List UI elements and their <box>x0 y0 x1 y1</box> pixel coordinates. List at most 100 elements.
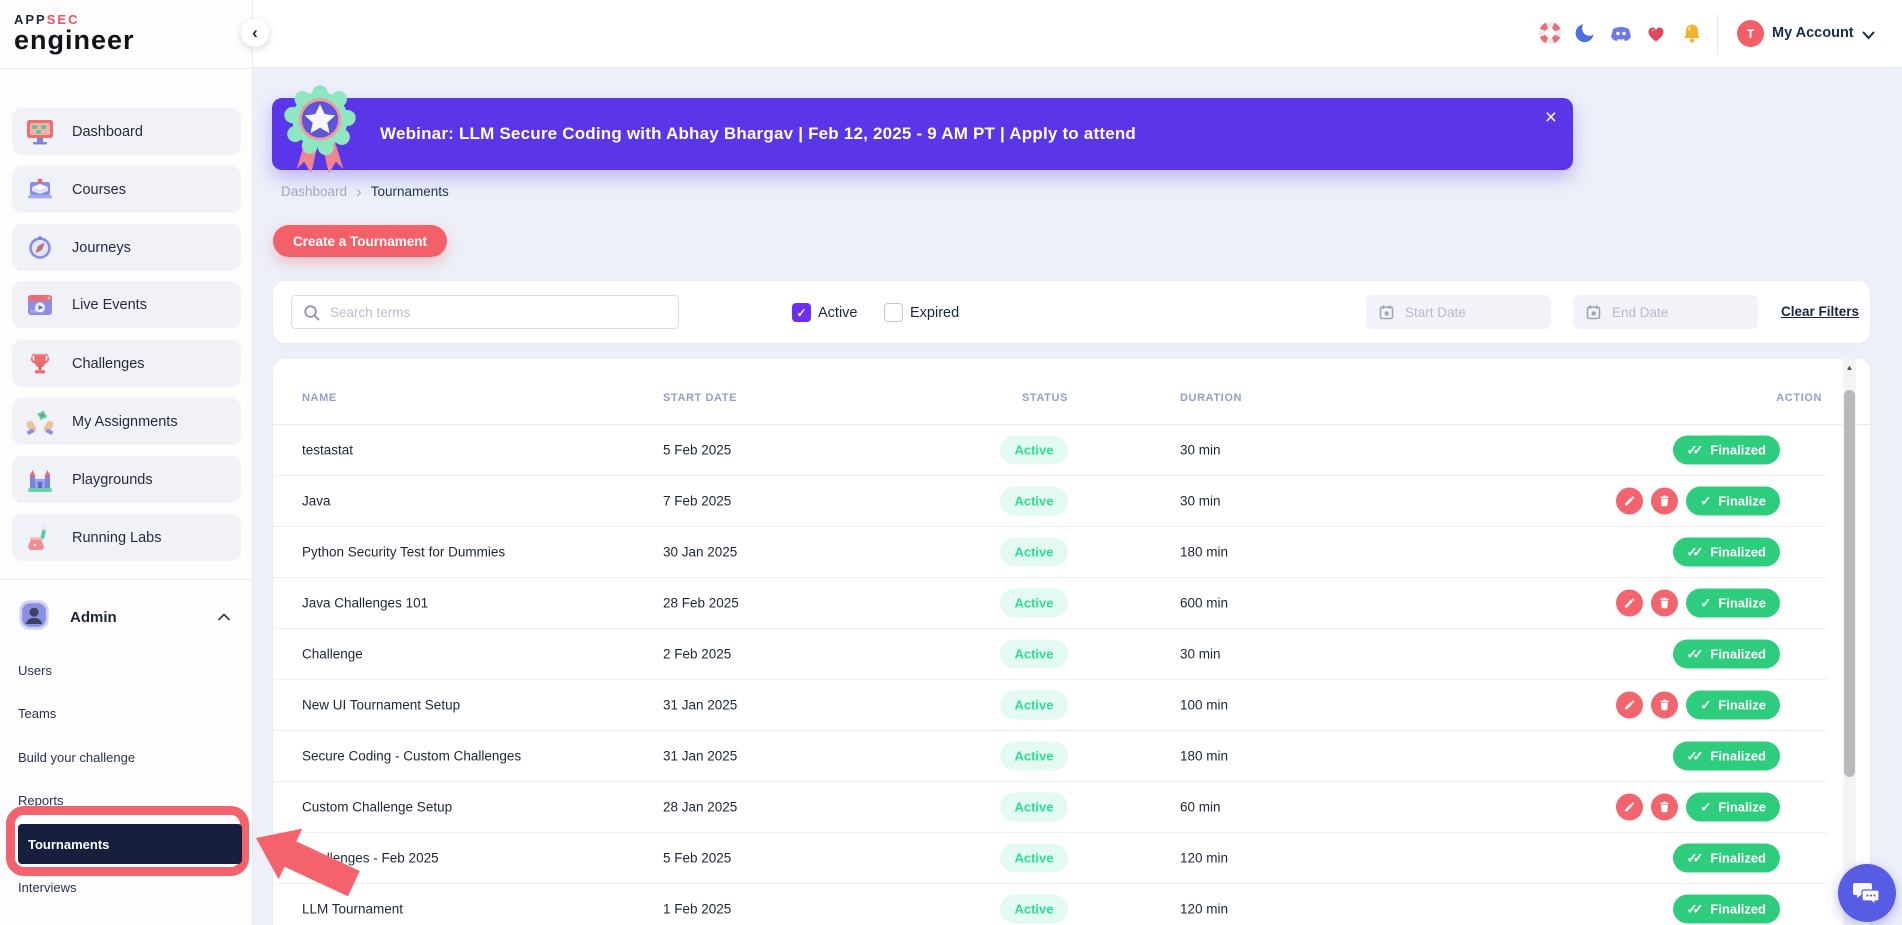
finalized-button[interactable]: ✓✓Finalized <box>1673 436 1780 465</box>
delete-button[interactable] <box>1651 488 1678 515</box>
status-badge: Active <box>1000 742 1068 771</box>
column-header-start-date: START DATE <box>663 392 737 404</box>
favorites-heart-icon[interactable] <box>1644 21 1668 45</box>
active-checkbox[interactable]: ✓ <box>792 303 811 322</box>
sidebar-item-reports[interactable]: Reports <box>18 793 64 808</box>
table-row: New UI Tournament Setup 31 Jan 2025 Acti… <box>273 680 1828 731</box>
chat-widget-button[interactable] <box>1838 864 1896 922</box>
discord-icon[interactable] <box>1609 21 1633 45</box>
calendar-icon <box>1378 304 1395 321</box>
tournament-name: Java <box>302 494 331 509</box>
finalized-button[interactable]: ✓✓Finalized <box>1673 895 1780 924</box>
sidebar-item-build-your-challenge[interactable]: Build your challenge <box>18 750 135 765</box>
sidebar-item-dashboard[interactable]: Dashboard <box>12 108 241 155</box>
sidebar-item-label: Dashboard <box>72 124 143 140</box>
finalized-button[interactable]: ✓✓Finalized <box>1673 844 1780 873</box>
live-events-icon <box>22 287 58 323</box>
duration: 600 min <box>1180 596 1228 611</box>
clear-filters-link[interactable]: Clear Filters <box>1781 304 1859 319</box>
journeys-icon <box>22 230 58 266</box>
start-date: 30 Jan 2025 <box>663 545 737 560</box>
sidebar-item-teams[interactable]: Teams <box>18 706 56 721</box>
delete-button[interactable] <box>1651 590 1678 617</box>
edit-button[interactable] <box>1616 488 1643 515</box>
start-date-placeholder: Start Date <box>1405 305 1466 320</box>
sidebar-item-interviews[interactable]: Interviews <box>18 880 77 895</box>
tournament-name: Challenges - Feb 2025 <box>302 851 439 866</box>
pencil-icon <box>1623 495 1636 508</box>
duration: 60 min <box>1180 800 1221 815</box>
expired-checkbox[interactable] <box>884 303 903 322</box>
start-date: 31 Jan 2025 <box>663 749 737 764</box>
sidebar-collapse-button[interactable]: ‹ <box>241 19 269 47</box>
sidebar-item-users[interactable]: Users <box>18 663 52 678</box>
table-row: LLM Tournament 1 Feb 2025 Active 120 min… <box>273 884 1828 925</box>
edit-button[interactable] <box>1616 590 1643 617</box>
finalized-label: Finalized <box>1710 902 1766 917</box>
help-lifebuoy-icon[interactable] <box>1538 21 1562 45</box>
scrollbar-thumb[interactable] <box>1844 390 1855 777</box>
edit-button[interactable] <box>1616 794 1643 821</box>
sidebar-item-tournaments-active[interactable]: Tournaments <box>18 824 242 864</box>
delete-button[interactable] <box>1651 692 1678 719</box>
column-header-duration: DURATION <box>1180 392 1242 404</box>
sidebar-item-challenges[interactable]: Challenges <box>12 340 241 387</box>
sidebar-item-live-events[interactable]: Live Events <box>12 281 241 328</box>
check-icon: ✓ <box>1700 697 1711 713</box>
expired-checkbox-label[interactable]: Expired <box>910 305 959 321</box>
check-icon: ✓ <box>796 306 806 320</box>
start-date: 2 Feb 2025 <box>663 647 731 662</box>
sidebar-item-label: Courses <box>72 182 126 198</box>
my-account-label[interactable]: My Account <box>1772 25 1854 41</box>
webinar-banner-text[interactable]: Webinar: LLM Secure Coding with Abhay Bh… <box>380 98 1136 170</box>
finalize-button[interactable]: ✓ Finalize <box>1686 793 1780 822</box>
finalize-label: Finalize <box>1718 800 1766 815</box>
edit-button[interactable] <box>1616 692 1643 719</box>
trash-icon <box>1658 699 1671 712</box>
check-icon: ✓ <box>1700 799 1711 815</box>
notifications-bell-icon[interactable] <box>1680 21 1704 45</box>
table-header: NAME START DATE STATUS DURATION ACTION <box>273 359 1870 425</box>
finalize-button[interactable]: ✓ Finalize <box>1686 691 1780 720</box>
sidebar-item-journeys[interactable]: Journeys <box>12 224 241 271</box>
end-date-field[interactable]: End Date <box>1573 295 1758 329</box>
finalized-button[interactable]: ✓✓Finalized <box>1673 640 1780 669</box>
start-date-field[interactable]: Start Date <box>1366 295 1551 329</box>
avatar[interactable]: T <box>1737 20 1764 47</box>
active-checkbox-label[interactable]: Active <box>818 305 858 321</box>
tournament-name: Custom Challenge Setup <box>302 800 452 815</box>
close-icon[interactable]: × <box>1545 106 1557 130</box>
dashboard-icon <box>22 114 58 150</box>
delete-button[interactable] <box>1651 794 1678 821</box>
duration: 180 min <box>1180 749 1228 764</box>
status-badge: Active <box>1000 487 1068 516</box>
dark-mode-moon-icon[interactable] <box>1573 21 1597 45</box>
sidebar-item-running-labs[interactable]: Running Labs <box>12 514 241 561</box>
finalized-button[interactable]: ✓✓Finalized <box>1673 538 1780 567</box>
sidebar-item-admin[interactable]: Admin <box>16 596 238 638</box>
finalize-button[interactable]: ✓Finalize <box>1686 487 1780 516</box>
duration: 120 min <box>1180 902 1228 917</box>
finalize-label: Finalize <box>1718 596 1766 611</box>
sidebar-item-playgrounds[interactable]: Playgrounds <box>12 456 241 503</box>
finalize-label: Finalize <box>1718 698 1766 713</box>
table-row: Python Security Test for Dummies 30 Jan … <box>273 527 1828 578</box>
chevron-down-icon[interactable] <box>1862 27 1875 45</box>
search-input[interactable] <box>292 296 678 328</box>
double-check-icon: ✓✓ <box>1687 646 1699 662</box>
sidebar-item-my-assignments[interactable]: My Assignments <box>12 398 241 445</box>
duration: 30 min <box>1180 443 1221 458</box>
status-badge: Active <box>1000 436 1068 465</box>
status-badge: Active <box>1000 640 1068 669</box>
table-row: testastat 5 Feb 2025 Active 30 min ✓✓Fin… <box>273 425 1828 476</box>
create-tournament-button[interactable]: Create a Tournament <box>273 225 447 257</box>
double-check-icon: ✓✓ <box>1687 442 1699 458</box>
scrollbar-up-arrow[interactable]: ▲ <box>1843 363 1856 372</box>
finalize-button[interactable]: ✓Finalize <box>1686 589 1780 618</box>
search-box <box>291 295 679 329</box>
trash-icon <box>1658 597 1671 610</box>
sidebar-item-courses[interactable]: Courses <box>12 166 241 213</box>
chat-bubbles-icon <box>1853 880 1881 906</box>
sidebar-item-label: Running Labs <box>72 530 162 546</box>
finalized-button[interactable]: ✓✓Finalized <box>1673 742 1780 771</box>
